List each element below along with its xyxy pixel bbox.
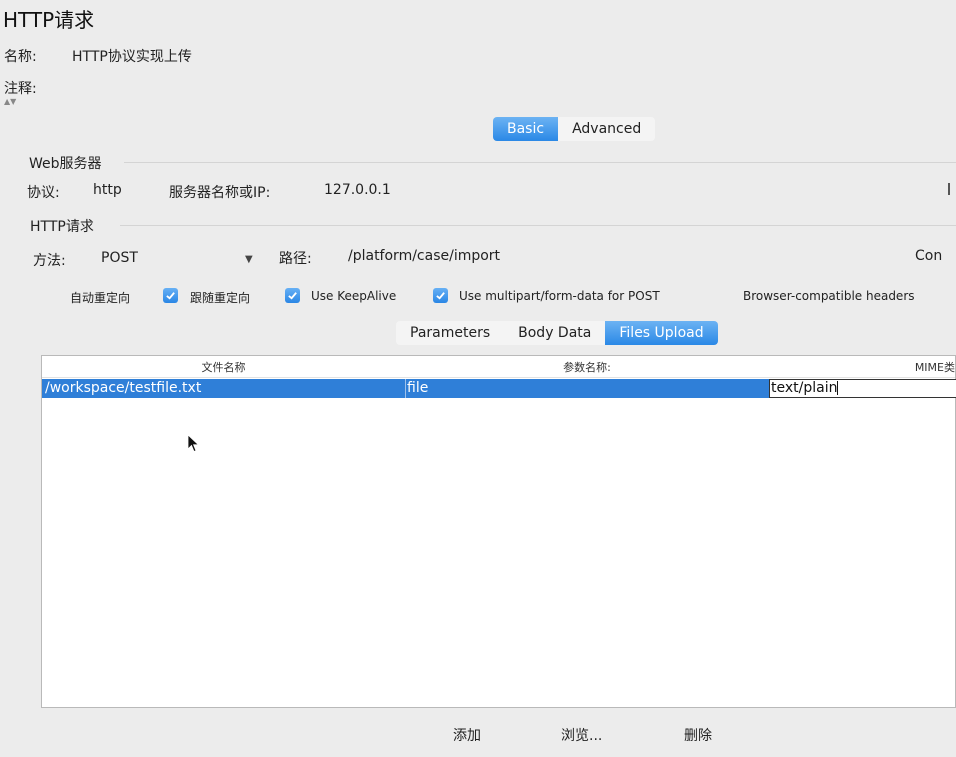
cell-param-name[interactable]: file — [407, 379, 428, 398]
web-server-group-label: Web服务器 — [29, 156, 102, 172]
table-row[interactable]: /workspace/testfile.txt file text/plain — [42, 379, 956, 398]
checkmark-icon — [166, 292, 175, 300]
path-label: 路径: — [279, 251, 312, 267]
path-field[interactable]: /platform/case/import — [348, 248, 888, 264]
server-label: 服务器名称或IP: — [169, 185, 271, 201]
method-value: POST — [101, 250, 138, 266]
mode-tabs: Basic Advanced — [493, 117, 656, 141]
protocol-label: 协议: — [27, 185, 60, 201]
tab-basic[interactable]: Basic — [493, 117, 559, 141]
multipart-checkbox[interactable] — [433, 288, 448, 303]
checkmark-icon — [288, 292, 297, 300]
cell-file-path[interactable]: /workspace/testfile.txt — [45, 379, 201, 398]
tab-files-upload[interactable]: Files Upload — [605, 321, 718, 345]
content-encoding-label: Con — [915, 248, 943, 264]
truncated-control-edge — [948, 183, 950, 195]
text-caret — [837, 381, 839, 395]
add-button[interactable]: 添加 — [453, 725, 481, 745]
tab-advanced[interactable]: Advanced — [558, 117, 656, 141]
resize-arrows-icon[interactable]: ▲▼ — [4, 97, 16, 106]
column-divider — [405, 379, 406, 398]
cell-mime-type-editor[interactable]: text/plain — [769, 379, 956, 398]
files-upload-table[interactable]: 文件名称 参数名称: MIME类 /workspace/testfile.txt… — [41, 355, 956, 708]
http-request-group-divider — [120, 225, 956, 226]
column-header-param-name[interactable]: 参数名称: — [405, 359, 769, 375]
keepalive-checkbox[interactable] — [285, 288, 300, 303]
tab-parameters[interactable]: Parameters — [396, 321, 505, 345]
protocol-field[interactable]: http — [93, 182, 153, 198]
method-select[interactable]: POST ▼ — [95, 246, 260, 272]
method-label: 方法: — [33, 253, 66, 269]
comment-label: 注释: — [4, 81, 37, 97]
tab-body-data[interactable]: Body Data — [504, 321, 606, 345]
body-tabs: Parameters Body Data Files Upload — [396, 321, 718, 345]
chevron-down-icon: ▼ — [245, 254, 253, 265]
browse-button[interactable]: 浏览... — [561, 725, 602, 745]
table-header: 文件名称 参数名称: MIME类 — [42, 356, 955, 378]
follow-redirects-label: 跟随重定向 — [190, 291, 251, 305]
column-header-mime-type[interactable]: MIME类 — [769, 359, 956, 375]
http-request-group-label: HTTP请求 — [30, 219, 94, 235]
mouse-pointer-icon — [187, 434, 200, 453]
server-field[interactable]: 127.0.0.1 — [324, 182, 924, 198]
checkmark-icon — [436, 292, 445, 300]
web-server-group-divider — [124, 162, 956, 163]
mime-type-value: text/plain — [771, 380, 838, 396]
browser-compatible-headers-label[interactable]: Browser-compatible headers — [743, 289, 915, 303]
delete-button[interactable]: 删除 — [684, 725, 712, 745]
multipart-label: Use multipart/form-data for POST — [459, 289, 660, 303]
panel-title: HTTP请求 — [3, 8, 95, 32]
follow-redirects-checkbox[interactable] — [163, 288, 178, 303]
name-label: 名称: — [4, 49, 37, 65]
keepalive-label: Use KeepAlive — [311, 289, 397, 303]
name-field[interactable]: HTTP协议实现上传 — [72, 46, 952, 66]
column-header-file-name[interactable]: 文件名称 — [42, 359, 405, 375]
auto-redirect-label[interactable]: 自动重定向 — [70, 289, 130, 306]
